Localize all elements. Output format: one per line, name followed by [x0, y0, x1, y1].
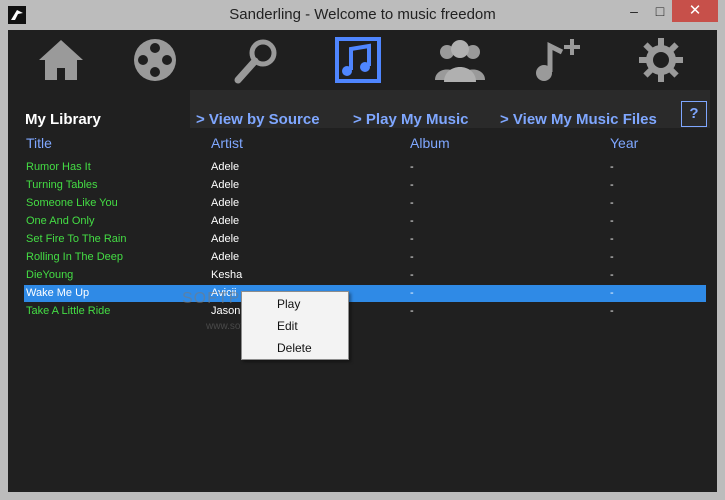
column-header-artist[interactable]: Artist [211, 135, 243, 151]
table-row[interactable]: Rolling In The Deep Adele - - [24, 249, 706, 266]
context-menu-edit[interactable]: Edit [277, 319, 298, 333]
context-menu-delete[interactable]: Delete [277, 341, 312, 355]
column-header-album[interactable]: Album [410, 135, 450, 151]
minimize-button[interactable]: – [620, 0, 648, 22]
app-window: Sanderling - Welcome to music freedom – … [0, 0, 725, 500]
context-menu-play[interactable]: Play [277, 297, 300, 311]
column-header-year[interactable]: Year [610, 135, 638, 151]
settings-button[interactable] [634, 36, 688, 84]
page-title: My Library [25, 111, 101, 128]
help-button[interactable]: ? [681, 101, 707, 127]
title-bar[interactable]: Sanderling - Welcome to music freedom – … [0, 0, 725, 30]
view-music-files-link[interactable]: > View My Music Files [500, 111, 657, 128]
home-icon [39, 40, 83, 80]
source-icon [134, 39, 176, 81]
table-row[interactable]: Set Fire To The Rain Adele - - [24, 231, 706, 248]
table-row[interactable]: Rumor Has It Adele - - [24, 159, 706, 176]
table-row[interactable]: Take A Little Ride Jason - - [24, 303, 706, 320]
music-button[interactable] [331, 36, 385, 84]
search-button[interactable] [230, 36, 284, 84]
table-row[interactable]: One And Only Adele - - [24, 213, 706, 230]
source-button[interactable] [128, 36, 182, 84]
music-icon [335, 37, 381, 83]
context-menu: Play Edit Delete [241, 291, 349, 360]
home-button[interactable] [34, 36, 88, 84]
add-music-button[interactable] [532, 36, 586, 84]
users-icon [435, 40, 485, 82]
window-title: Sanderling - Welcome to music freedom [229, 6, 496, 23]
column-header-title[interactable]: Title [26, 135, 52, 151]
users-button[interactable] [433, 36, 487, 84]
table-row[interactable]: DieYoung Kesha - - [24, 267, 706, 284]
view-by-source-link[interactable]: > View by Source [196, 111, 320, 128]
table-row[interactable]: Someone Like You Adele - - [24, 195, 706, 212]
table-row[interactable]: Turning Tables Adele - - [24, 177, 706, 194]
main-area: My Library > View by Source > Play My Mu… [8, 30, 717, 492]
settings-icon [639, 38, 683, 82]
toolbar [8, 30, 717, 90]
search-icon [234, 39, 277, 84]
add-music-icon [536, 39, 580, 81]
play-my-music-link[interactable]: > Play My Music [353, 111, 468, 128]
close-button[interactable]: ✕ [672, 0, 718, 22]
maximize-button[interactable]: □ [646, 0, 674, 22]
table-row-selected[interactable]: Wake Me Up Avicii - - [24, 285, 706, 302]
